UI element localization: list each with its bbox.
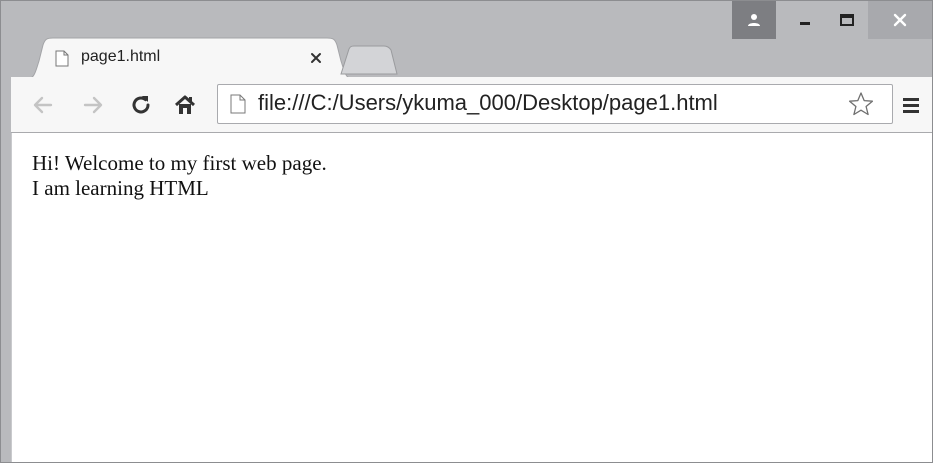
tab-title: page1.html [81,48,161,65]
hamburger-menu-icon[interactable] [901,95,921,115]
page-content: Hi! Welcome to my first web page. I am l… [11,133,932,462]
minimize-icon [800,22,810,25]
new-tab-button[interactable] [339,45,399,75]
browser-toolbar: file:///C:/Users/ykuma_000/Desktop/page1… [11,77,932,133]
close-window-button[interactable] [868,1,932,39]
address-text[interactable]: file:///C:/Users/ykuma_000/Desktop/page1… [258,90,718,116]
page-icon [230,94,246,114]
tab-page1[interactable]: page1.html [25,37,355,79]
address-bar[interactable]: file:///C:/Users/ykuma_000/Desktop/page1… [217,84,893,124]
page-body-text: Hi! Welcome to my first web page. I am l… [32,151,327,201]
body-line-2: I am learning HTML [32,176,209,200]
page-icon [55,50,69,67]
minimize-button[interactable] [784,1,826,39]
back-arrow-icon[interactable] [31,93,55,117]
reload-icon[interactable] [129,93,153,117]
star-icon[interactable] [848,91,874,117]
close-icon [893,13,907,27]
tab-shape [25,37,355,79]
body-line-1: Hi! Welcome to my first web page. [32,151,327,175]
maximize-icon [840,14,854,26]
profile-icon [748,14,760,26]
browser-window: page1.html file:///C:/Users/ykuma_000/De… [0,0,933,463]
profile-button[interactable] [732,1,776,39]
maximize-button[interactable] [826,1,868,39]
close-icon[interactable] [307,49,325,67]
home-icon[interactable] [173,93,197,117]
window-controls [732,1,932,39]
forward-arrow-icon[interactable] [81,93,105,117]
